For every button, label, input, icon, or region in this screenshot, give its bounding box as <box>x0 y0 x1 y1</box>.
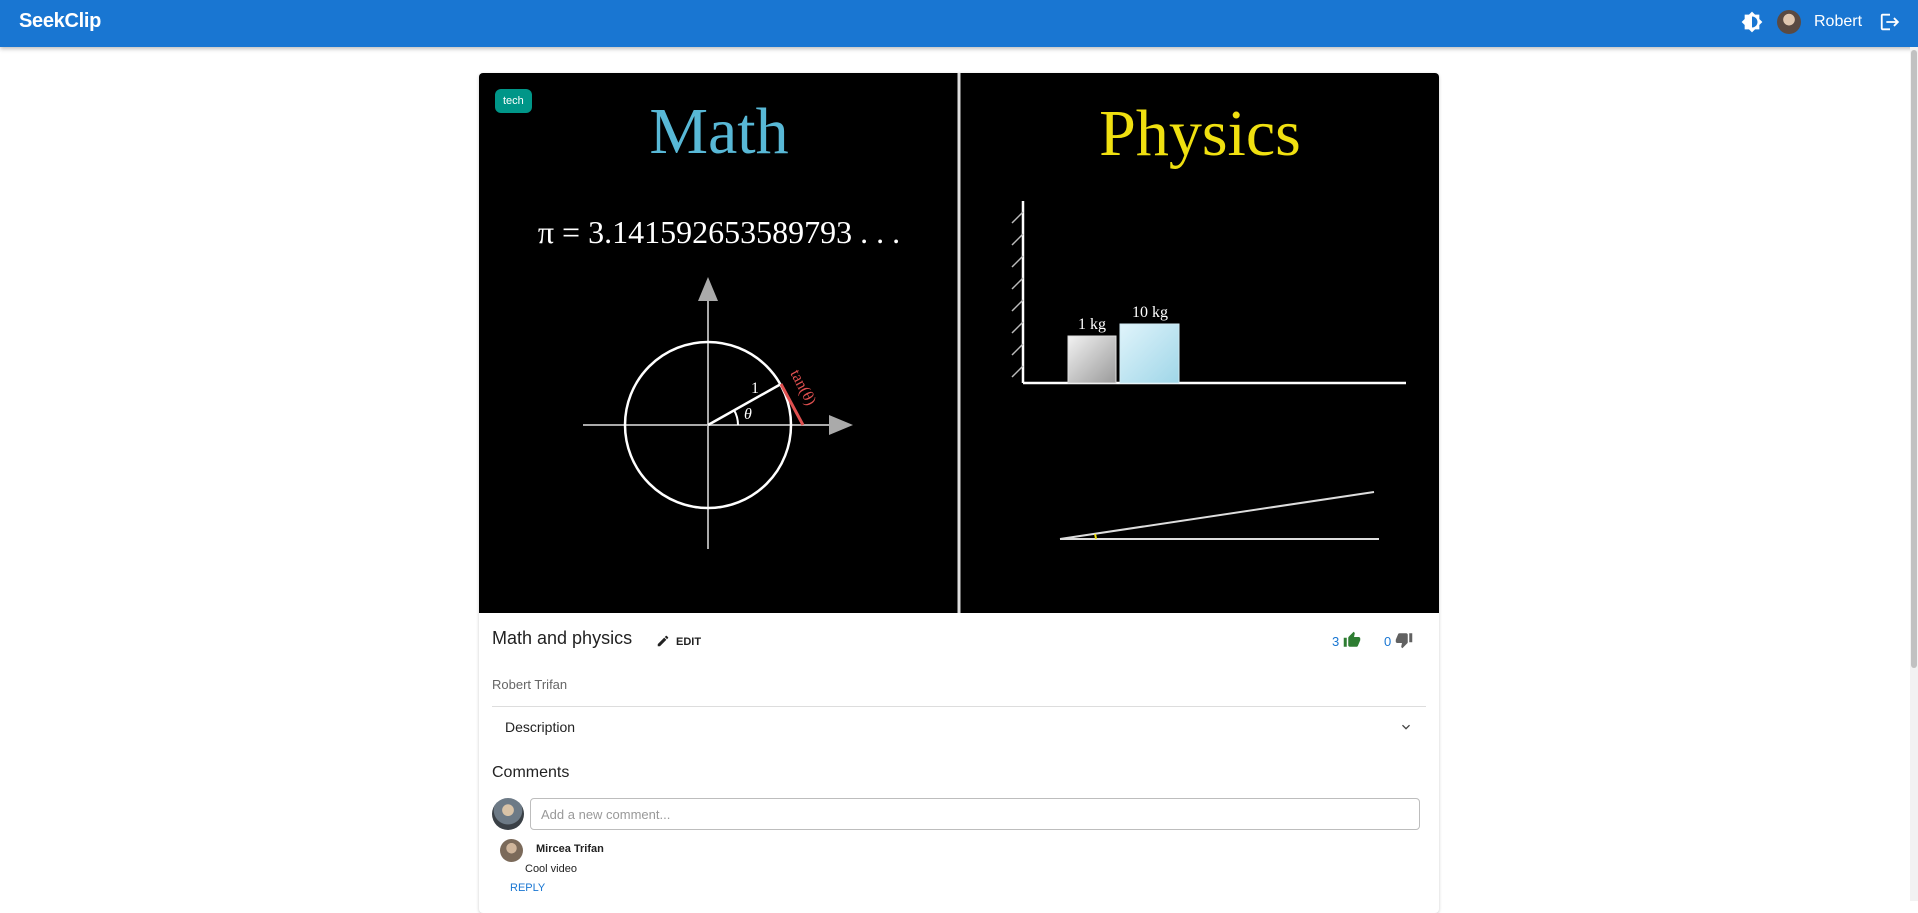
clip-card: Math π = 3.141592653589793 . . . 1 θ tan… <box>479 73 1439 913</box>
reply-button[interactable]: REPLY <box>510 882 545 894</box>
theta-label: θ <box>744 406 752 423</box>
x-axis-arrow <box>829 415 853 435</box>
wall-hatching <box>1011 211 1024 378</box>
description-accordion[interactable]: Description <box>492 707 1426 747</box>
edit-button[interactable]: EDIT <box>656 632 701 652</box>
like-count: 3 <box>1332 634 1340 649</box>
mass-block-small <box>1067 335 1117 384</box>
radius-label: 1 <box>751 380 759 397</box>
math-title: Math <box>649 95 788 168</box>
user-name[interactable]: Robert <box>1814 13 1862 31</box>
comment-author-avatar[interactable] <box>500 839 523 862</box>
y-axis-arrow <box>698 277 718 301</box>
logout-icon[interactable] <box>1879 11 1901 33</box>
angle-arc <box>733 409 740 426</box>
thumb-down-icon <box>1395 631 1413 652</box>
video-player[interactable]: Math π = 3.141592653589793 . . . 1 θ tan… <box>479 73 1439 613</box>
comment-author[interactable]: Mircea Trifan <box>536 843 604 855</box>
clip-author[interactable]: Robert Trifan <box>492 677 567 692</box>
current-user-avatar <box>492 798 524 830</box>
dislike-button[interactable]: 0 <box>1384 631 1413 652</box>
physics-title: Physics <box>1099 97 1301 170</box>
video-frame: Math π = 3.141592653589793 . . . 1 θ tan… <box>538 73 1406 613</box>
like-button[interactable]: 3 <box>1332 631 1361 652</box>
user-avatar[interactable] <box>1777 10 1801 34</box>
brightness-icon[interactable] <box>1741 11 1763 33</box>
app-bar: SeekClip Robert <box>0 0 1918 47</box>
pi-formula: π = 3.141592653589793 . . . <box>538 214 900 250</box>
scrollbar-thumb[interactable] <box>1911 50 1917 668</box>
mass-block-large <box>1119 323 1180 384</box>
tag-chip[interactable]: tech <box>495 89 532 113</box>
mass-large-label: 10 kg <box>1132 304 1168 321</box>
thumb-up-icon <box>1343 631 1361 652</box>
clip-title: Math and physics <box>492 628 633 648</box>
pencil-icon <box>656 634 670 651</box>
incline-slope <box>1059 491 1375 540</box>
comment-input[interactable] <box>530 798 1420 830</box>
dislike-count: 0 <box>1384 634 1392 649</box>
description-label: Description <box>505 719 576 735</box>
mass-small-label: 1 kg <box>1078 316 1106 333</box>
chevron-down-icon <box>1398 719 1414 735</box>
comments-heading: Comments <box>492 764 570 781</box>
app-logo[interactable]: SeekClip <box>19 10 101 33</box>
edit-label: EDIT <box>676 636 702 648</box>
comment-text: Cool video <box>525 863 577 875</box>
incline-angle <box>1094 533 1097 540</box>
